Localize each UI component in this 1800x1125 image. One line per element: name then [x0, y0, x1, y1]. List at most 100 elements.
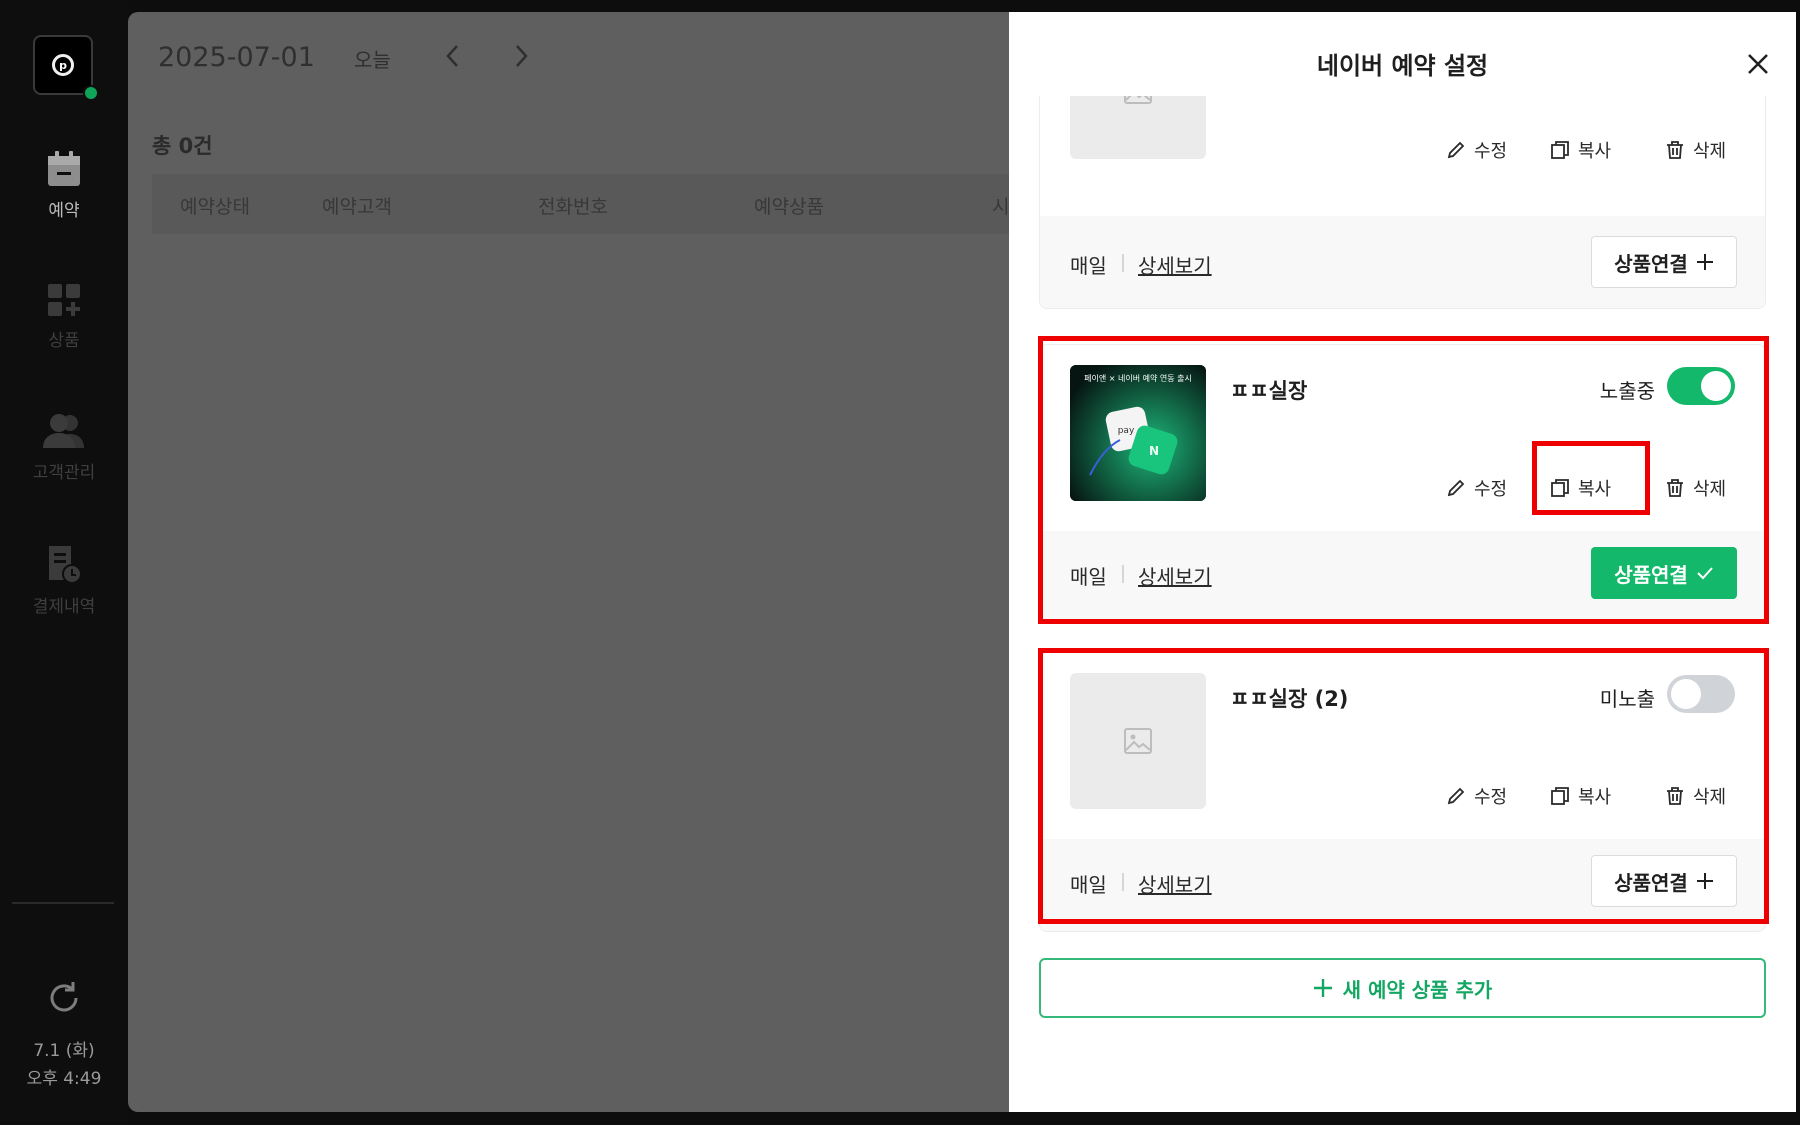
- sidebar-date: 7.1 (화): [33, 1041, 95, 1061]
- total-count: 총 0건: [152, 134, 213, 158]
- nav-item-reservation[interactable]: 예약: [0, 150, 128, 221]
- close-icon[interactable]: [1742, 48, 1774, 80]
- refresh-button[interactable]: [0, 978, 128, 1018]
- visibility-toggle[interactable]: [1667, 675, 1735, 713]
- check-icon: [1697, 567, 1713, 580]
- panel-title: 네이버 예약 설정: [1316, 52, 1489, 80]
- image-placeholder-icon: [1124, 728, 1152, 754]
- panel-header: 네이버 예약 설정: [1009, 12, 1796, 96]
- toggle-knob: [1701, 371, 1731, 401]
- frequency-label: 매일: [1070, 254, 1107, 278]
- prev-day-icon[interactable]: [442, 42, 464, 70]
- refresh-icon: [50, 982, 78, 1012]
- plus-icon: [1313, 979, 1332, 997]
- detail-link[interactable]: 상세보기: [1138, 869, 1212, 898]
- delete-label: 삭제: [1693, 479, 1727, 500]
- rail-divider: [12, 902, 114, 904]
- product-name: ㅍㅍ실장 (2): [1230, 687, 1349, 711]
- column-header: 예약상태: [180, 196, 250, 218]
- divider: [1122, 254, 1124, 272]
- current-date[interactable]: 2025-07-01: [158, 42, 315, 73]
- customers-icon: [43, 414, 84, 448]
- pencil-icon: [1447, 479, 1465, 497]
- next-day-icon[interactable]: [510, 42, 532, 70]
- nav-item-customers[interactable]: 고객관리: [0, 412, 128, 483]
- main-content: 2025-07-01 오늘 총 0건 예약상태 예약고객 전화번호 예약상품 시: [128, 12, 1010, 1112]
- copy-label: 복사: [1578, 479, 1612, 500]
- promo-image: 페이앤 × 네이버 예약 연동 출시 pay N: [1070, 365, 1206, 501]
- link-product-button[interactable]: 상품연결: [1591, 855, 1737, 907]
- nav-label: 고객관리: [32, 463, 96, 483]
- visibility-label: 미노출: [1599, 687, 1655, 711]
- card-footer: 매일 상세보기 상품연결: [1040, 531, 1765, 623]
- column-header: 예약고객: [322, 196, 392, 218]
- pencil-icon: [1447, 787, 1465, 805]
- card-footer: 매일 상세보기 상품연결: [1040, 839, 1765, 931]
- delete-button[interactable]: 삭제: [1665, 783, 1726, 809]
- sidebar-time: 오후 4:49: [26, 1069, 102, 1089]
- add-reservation-product-label: 새 예약 상품 추가: [1342, 977, 1493, 1002]
- link-product-label: 상품연결: [1614, 251, 1688, 276]
- product-name: ㅍㅍ실장: [1230, 379, 1308, 403]
- promo-text: 페이앤 × 네이버 예약 연동 출시: [1084, 373, 1192, 383]
- visibility-label: 노출중: [1599, 379, 1655, 403]
- product-grid-icon: [48, 284, 80, 316]
- detail-link[interactable]: 상세보기: [1138, 561, 1212, 590]
- card-footer: 매일 상세보기 상품연결: [1040, 216, 1765, 308]
- payment-history-icon: [49, 546, 82, 584]
- product-card: ㅍㅍ실장 (2) 미노출 수정 복사 삭제 매일 상세보기 상품연결: [1039, 652, 1766, 932]
- nav-label: 예약: [48, 201, 80, 221]
- divider: [1122, 565, 1124, 583]
- plus-icon: [1696, 873, 1713, 889]
- copy-icon: [1551, 141, 1569, 159]
- trash-icon: [1667, 141, 1683, 159]
- copy-label: 복사: [1578, 141, 1612, 162]
- edit-button[interactable]: 수정: [1446, 783, 1507, 809]
- edit-label: 수정: [1474, 787, 1508, 808]
- nav-rail: p 예약 상품 고객관리 결제내역 7.1 (화) 오후 4:49: [0, 0, 128, 1125]
- copy-button[interactable]: 복사: [1550, 783, 1611, 809]
- trash-icon: [1667, 479, 1683, 497]
- copy-button[interactable]: 복사: [1550, 475, 1611, 501]
- toggle-knob: [1671, 679, 1701, 709]
- product-thumbnail: [1070, 673, 1206, 809]
- copy-label: 복사: [1578, 787, 1612, 808]
- nav-item-payments[interactable]: 결제내역: [0, 544, 128, 617]
- frequency-label: 매일: [1070, 873, 1107, 897]
- delete-button[interactable]: 삭제: [1665, 475, 1726, 501]
- copy-button[interactable]: 복사: [1550, 137, 1611, 163]
- today-button[interactable]: 오늘: [354, 44, 391, 73]
- detail-link[interactable]: 상세보기: [1138, 250, 1212, 279]
- nav-label: 결제내역: [32, 597, 96, 617]
- online-status-dot: [83, 85, 99, 101]
- divider: [1122, 873, 1124, 891]
- nav-label: 상품: [48, 331, 80, 351]
- link-product-label: 상품연결: [1614, 870, 1688, 895]
- edit-button[interactable]: 수정: [1446, 137, 1507, 163]
- column-header: 시: [992, 196, 1010, 218]
- nav-item-product[interactable]: 상품: [0, 282, 128, 351]
- delete-label: 삭제: [1693, 787, 1727, 808]
- reservation-table-header: 예약상태 예약고객 전화번호 예약상품 시: [152, 174, 1010, 234]
- add-reservation-product-button[interactable]: 새 예약 상품 추가: [1039, 958, 1766, 1018]
- trash-icon: [1667, 787, 1683, 805]
- delete-label: 삭제: [1693, 141, 1727, 162]
- naver-reservation-settings-panel: 네이버 예약 설정 수정 복사 삭제 매일 상세보기 상품연결 페이앤 × 네이…: [1009, 12, 1796, 1112]
- column-header: 예약상품: [754, 196, 824, 218]
- svg-text:pay: pay: [1118, 426, 1135, 436]
- product-card: 페이앤 × 네이버 예약 연동 출시 pay N ㅍㅍ실장 노출중 수정 복사 …: [1039, 344, 1766, 624]
- svg-text:N: N: [1149, 444, 1159, 458]
- visibility-toggle[interactable]: [1667, 367, 1735, 405]
- link-product-button[interactable]: 상품연결: [1591, 547, 1737, 599]
- column-header: 전화번호: [538, 196, 608, 218]
- edit-button[interactable]: 수정: [1446, 475, 1507, 501]
- delete-button[interactable]: 삭제: [1665, 137, 1726, 163]
- link-product-button[interactable]: 상품연결: [1591, 236, 1737, 288]
- link-product-label: 상품연결: [1614, 562, 1688, 587]
- copy-icon: [1551, 787, 1569, 805]
- product-thumbnail: 페이앤 × 네이버 예약 연동 출시 pay N: [1070, 365, 1206, 501]
- calendar-icon: [48, 151, 80, 186]
- logo-icon: p: [52, 54, 74, 76]
- pencil-icon: [1447, 141, 1465, 159]
- app-logo[interactable]: p: [33, 35, 99, 101]
